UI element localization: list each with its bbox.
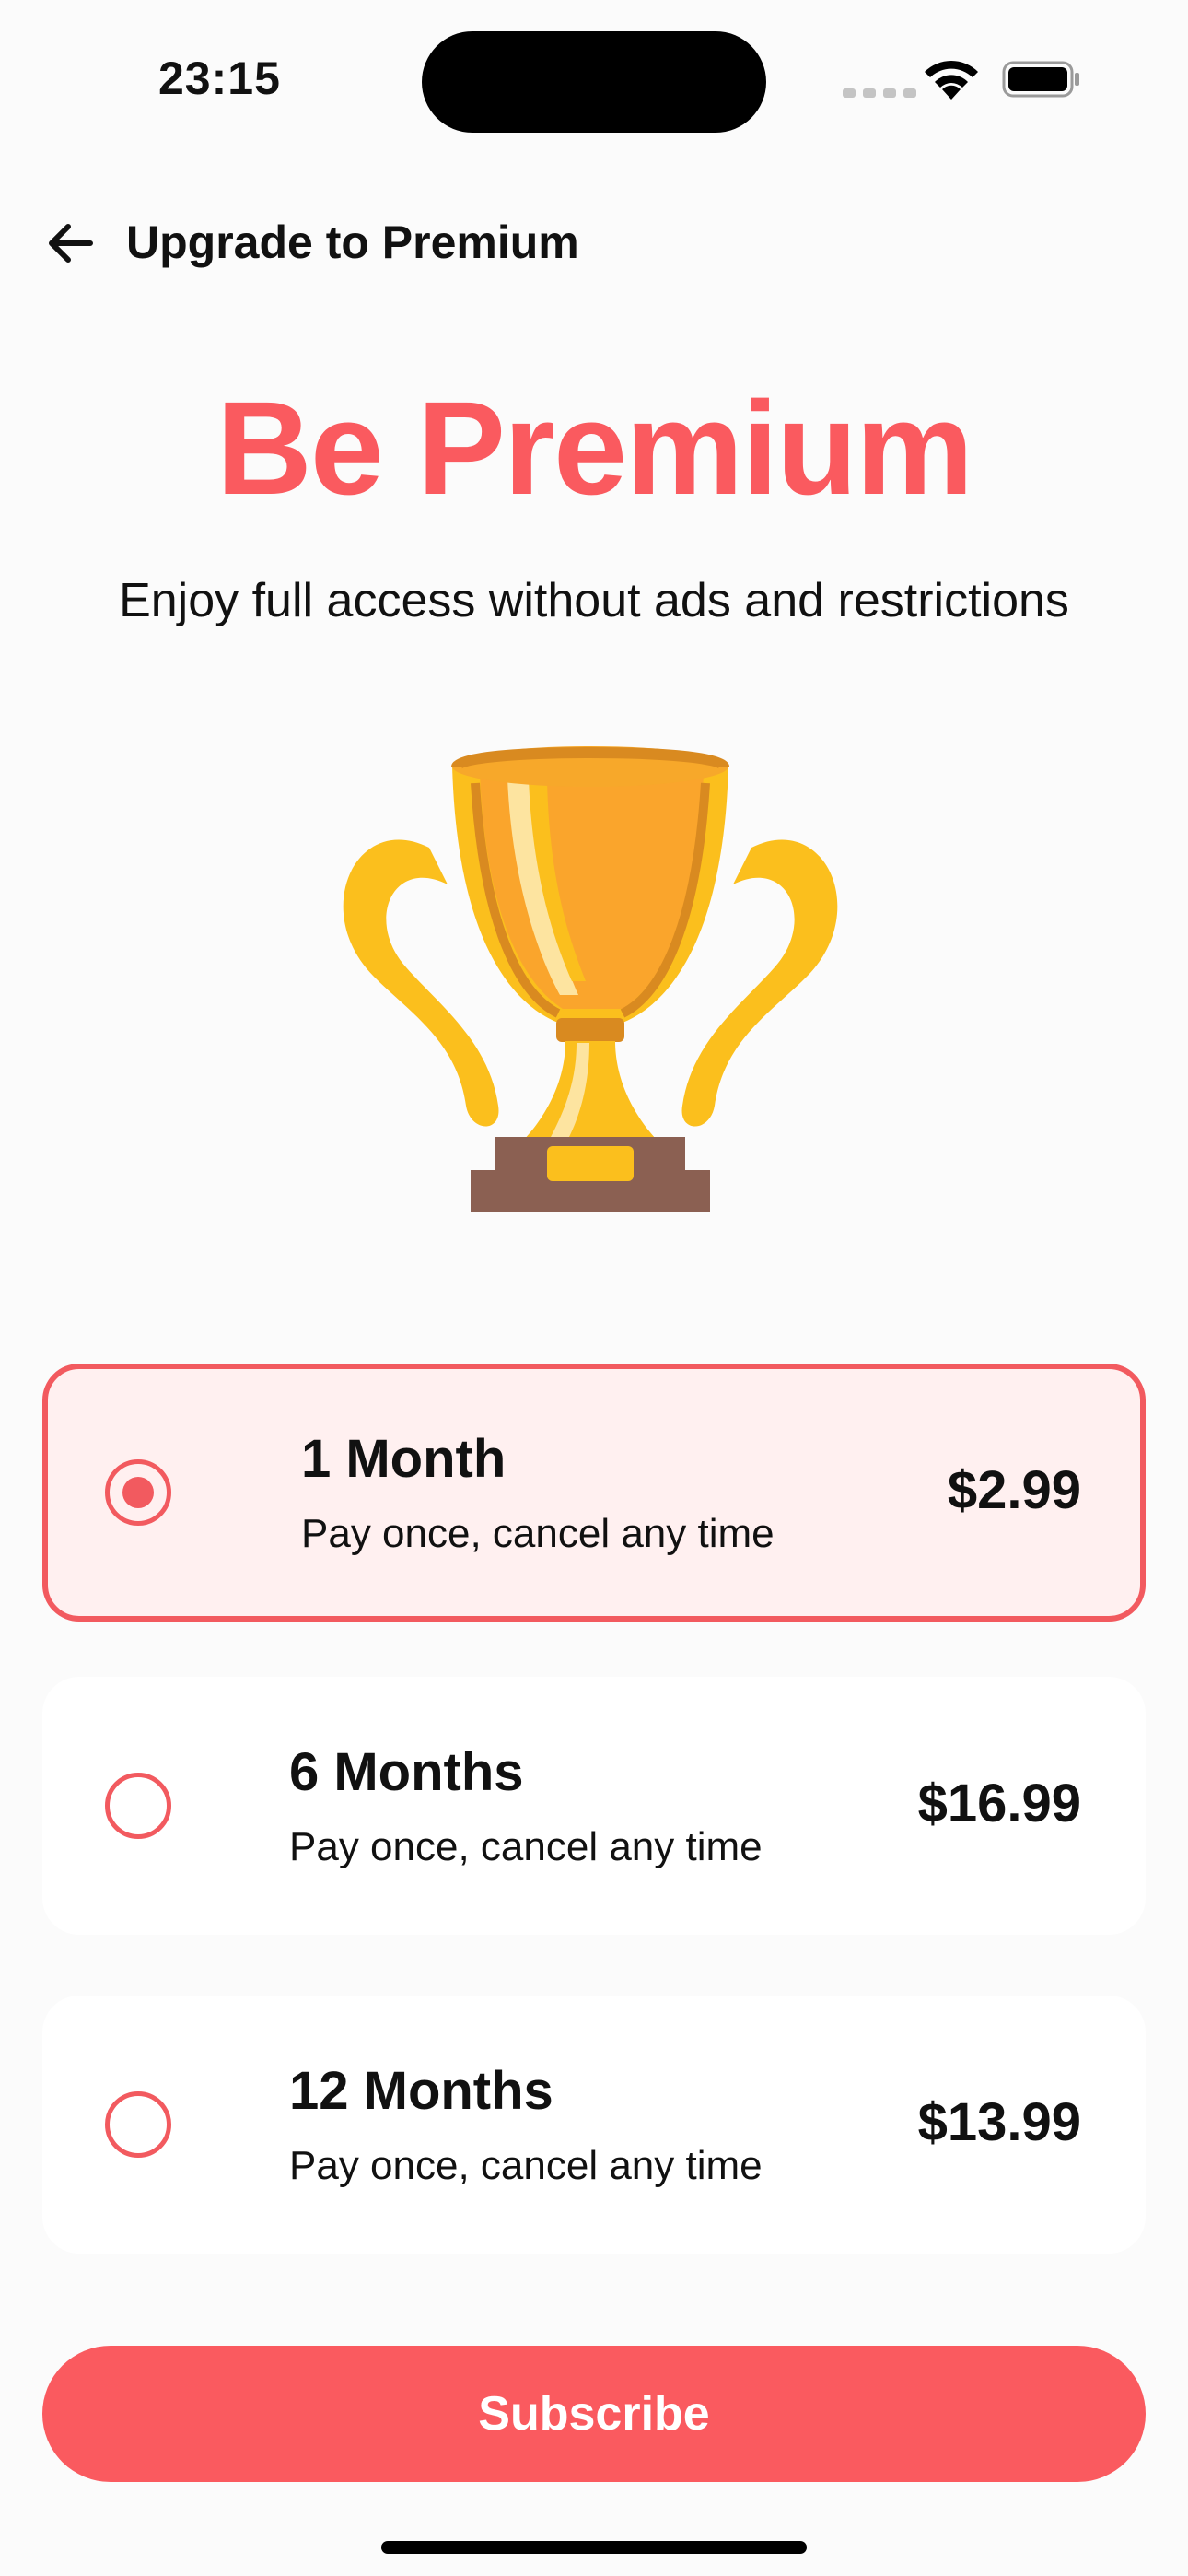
plan-option-12-months[interactable]: 12 Months Pay once, cancel any time $13.… [42,1996,1146,2254]
radio-button[interactable] [105,2091,171,2158]
radio-dot [122,1477,154,1508]
hero-subtitle: Enjoy full access without ads and restri… [119,574,1069,627]
status-time: 23:15 [158,53,281,104]
radio-button[interactable] [105,1773,171,1839]
hero-title: Be Premium [215,374,973,522]
wifi-icon [925,60,978,100]
plan-description: Pay once, cancel any time [289,1824,763,1869]
plan-price: $16.99 [917,1774,1081,1833]
subscribe-button[interactable]: Subscribe [42,2346,1146,2482]
dynamic-island [422,31,766,133]
plan-price: $13.99 [917,2092,1081,2152]
battery-icon [1002,61,1079,98]
plan-price: $2.99 [947,1460,1081,1520]
cellular-signal-icon [843,88,916,98]
plan-name: 6 Months [289,1742,524,1802]
plan-description: Pay once, cancel any time [289,2143,763,2188]
plan-description: Pay once, cancel any time [301,1511,775,1556]
home-indicator [381,2541,807,2554]
plan-name: 1 Month [301,1429,507,1489]
plan-option-6-months[interactable]: 6 Months Pay once, cancel any time $16.9… [42,1677,1146,1935]
plan-option-1-month[interactable]: 1 Month Pay once, cancel any time $2.99 [42,1364,1146,1622]
page-title: Upgrade to Premium [126,217,579,268]
plan-name: 12 Months [289,2061,553,2121]
radio-button-selected[interactable] [105,1459,171,1526]
arrow-left-icon[interactable] [44,219,96,267]
trophy-icon [343,746,838,1212]
